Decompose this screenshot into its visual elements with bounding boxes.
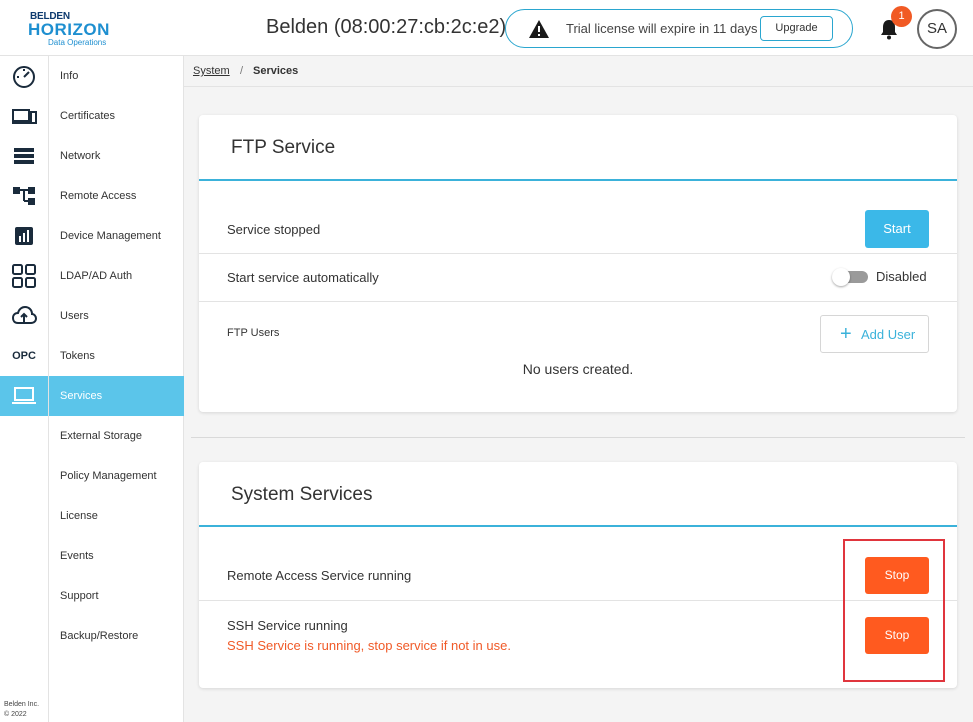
laptop-icon (12, 387, 36, 404)
logo-line2: HORIZON (28, 20, 110, 39)
footer-note: Belden Inc. © 2022 (4, 700, 39, 720)
top-header: BELDEN HORIZON Data Operations Belden (0… (0, 0, 973, 56)
subnav-item-policy-management[interactable]: Policy Management (49, 456, 183, 496)
license-banner: Trial license will expire in 11 days Upg… (505, 9, 853, 48)
plus-icon: + (840, 323, 852, 345)
footer-copyright: © 2022 (4, 711, 27, 718)
ssh-warning: SSH Service is running, stop service if … (227, 638, 511, 653)
auto-start-toggle[interactable] (832, 268, 868, 286)
dashboard-icon (13, 66, 35, 88)
add-user-button[interactable]: + Add User (820, 315, 929, 353)
ftp-card-divider (199, 179, 957, 181)
row-separator (199, 253, 957, 254)
ftp-users-empty: No users created. (522, 361, 634, 377)
opc-icon: OPC (12, 350, 36, 362)
list-icon (14, 148, 34, 164)
rail-hierarchy[interactable] (0, 176, 48, 216)
hierarchy-icon (13, 187, 35, 205)
rail-cloud[interactable] (0, 296, 48, 336)
subnav-item-tokens[interactable]: Tokens (49, 336, 183, 376)
highlight-box (843, 539, 945, 682)
toggle-knob (832, 268, 850, 286)
remote-access-status: Remote Access Service running (227, 568, 412, 583)
warning-icon (529, 20, 549, 38)
row-separator (199, 301, 957, 302)
auto-start-label: Start service automatically (227, 270, 379, 285)
cloud-upload-icon (11, 305, 37, 324)
rail-opc[interactable]: OPC (0, 336, 48, 376)
subnav-item-external-storage[interactable]: External Storage (49, 416, 183, 456)
system-services-divider (199, 525, 957, 527)
device-title: Belden (08:00:27:cb:2c:e2) (266, 16, 507, 38)
subnav-item-ldap-ad-auth[interactable]: LDAP/AD Auth (49, 256, 183, 296)
rail-dashboard[interactable] (0, 56, 48, 96)
ssh-status: SSH Service running (227, 618, 348, 633)
rail-chart[interactable] (0, 216, 48, 256)
breadcrumb-separator: / (240, 65, 244, 77)
footer-company: Belden Inc. (4, 701, 40, 708)
subnav-item-users[interactable]: Users (49, 296, 183, 336)
system-subnav: Info Certificates Network Remote Access … (49, 56, 184, 722)
subnav-item-network[interactable]: Network (49, 136, 183, 176)
section-separator (191, 437, 965, 438)
subnav-item-events[interactable]: Events (49, 536, 183, 576)
upgrade-button[interactable]: Upgrade (760, 16, 833, 41)
system-services-title: System Services (231, 484, 373, 505)
subnav-item-certificates[interactable]: Certificates (49, 96, 183, 136)
ftp-service-card: FTP Service Service stopped Start Start … (199, 115, 957, 412)
breadcrumb: System / Services (184, 56, 973, 87)
devices-icon (12, 109, 37, 124)
rail-system[interactable] (0, 376, 48, 416)
apps-icon (12, 264, 36, 288)
subnav-item-remote-access[interactable]: Remote Access (49, 176, 183, 216)
breadcrumb-system-link[interactable]: System (193, 65, 230, 77)
subnav-item-backup-restore[interactable]: Backup/Restore (49, 616, 183, 656)
logo-line3: Data Operations (48, 38, 107, 47)
auto-start-state: Disabled (876, 269, 927, 284)
rail-devices[interactable] (0, 96, 48, 136)
ftp-card-title: FTP Service (231, 137, 336, 158)
subnav-item-device-management[interactable]: Device Management (49, 216, 183, 256)
icon-rail: OPC Belden Inc. © 2022 (0, 56, 49, 722)
chart-icon (15, 227, 33, 245)
subnav-item-license[interactable]: License (49, 496, 183, 536)
subnav-item-services[interactable]: Services (49, 376, 184, 416)
breadcrumb-current: Services (253, 65, 299, 77)
start-button[interactable]: Start (865, 210, 929, 248)
user-avatar[interactable]: SA (917, 9, 957, 49)
rail-apps[interactable] (0, 256, 48, 296)
add-user-label: Add User (861, 327, 916, 342)
license-message: Trial license will expire in 11 days (566, 21, 758, 36)
notification-badge: 1 (891, 6, 912, 27)
subnav-item-support[interactable]: Support (49, 576, 183, 616)
rail-list[interactable] (0, 136, 48, 176)
subnav-item-info[interactable]: Info (49, 56, 183, 96)
ftp-status-text: Service stopped (227, 222, 321, 237)
ftp-users-label: FTP Users (227, 327, 280, 339)
belden-horizon-logo[interactable]: BELDEN HORIZON Data Operations (28, 9, 118, 49)
